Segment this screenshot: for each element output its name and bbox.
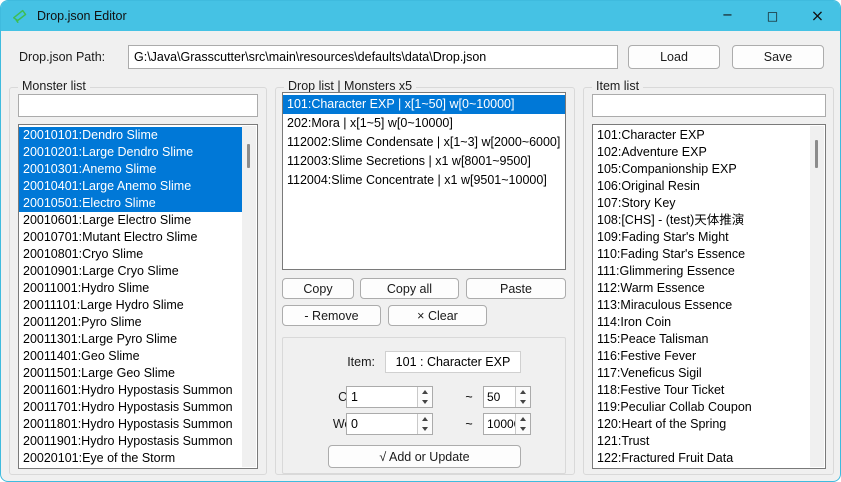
spin-up-icon[interactable] [418, 414, 432, 424]
item-listbox: 101:Character EXP 102:Adventure EXP 105:… [592, 124, 826, 469]
weight-min-spinner [346, 413, 433, 435]
item-list-item[interactable]: 108:[CHS] - (test)天体推演 [593, 212, 811, 229]
save-button[interactable]: Save [732, 45, 824, 69]
count-max-input[interactable] [484, 387, 515, 407]
item-list-item[interactable]: 115:Peace Talisman [593, 331, 811, 348]
item-list-item[interactable]: 110:Fading Star's Essence [593, 246, 811, 263]
item-list-item[interactable]: 105:Companionship EXP [593, 161, 811, 178]
weight-range-tilde: ~ [462, 417, 476, 431]
spin-down-icon[interactable] [516, 424, 530, 434]
maximize-button[interactable]: □ [750, 1, 795, 31]
spin-up-icon[interactable] [418, 387, 432, 397]
scrollbar-thumb[interactable] [247, 144, 250, 168]
count-min-input[interactable] [347, 387, 417, 407]
item-list-item[interactable]: 102:Adventure EXP [593, 144, 811, 161]
item-list-scrollbar[interactable] [810, 126, 824, 467]
monster-list-item[interactable]: 20011001:Hydro Slime [19, 280, 243, 297]
drop-list-item[interactable]: 112003:Slime Secretions | x1 w[8001~9500… [283, 152, 565, 171]
scrollbar-thumb[interactable] [815, 140, 818, 168]
monster-list-item[interactable]: 20010901:Large Cryo Slime [19, 263, 243, 280]
monster-list-item[interactable]: 20010501:Electro Slime [19, 195, 243, 212]
item-list-item[interactable]: 101:Character EXP [593, 127, 811, 144]
monster-list-item[interactable]: 20010301:Anemo Slime [19, 161, 243, 178]
weight-min-input[interactable] [347, 414, 417, 434]
monster-list-item[interactable]: 20011201:Pyro Slime [19, 314, 243, 331]
close-button[interactable]: × [795, 1, 840, 31]
drop-listbox: 101:Character EXP | x[1~50] w[0~10000] 2… [282, 92, 566, 270]
item-list-item[interactable]: 122:Fractured Fruit Data [593, 450, 811, 467]
monster-list-item[interactable]: 20011801:Hydro Hypostasis Summon [19, 416, 243, 433]
app-icon [11, 7, 29, 25]
monster-filter-input[interactable] [18, 94, 258, 117]
monster-list-item[interactable]: 20010201:Large Dendro Slime [19, 144, 243, 161]
item-value-field[interactable] [385, 351, 521, 373]
item-list-item[interactable]: 116:Festive Fever [593, 348, 811, 365]
drop-list-item[interactable]: 112004:Slime Concentrate | x1 w[9501~100… [283, 171, 565, 190]
item-list-item[interactable]: 106:Original Resin [593, 178, 811, 195]
titlebar[interactable]: Drop.json Editor − □ × [1, 1, 840, 31]
monster-list-item[interactable]: 20010601:Large Electro Slime [19, 212, 243, 229]
weight-max-input[interactable] [484, 414, 515, 434]
drop-list-title: Drop list | Monsters x5 [284, 79, 416, 93]
count-max-spinner [483, 386, 531, 408]
item-list-item[interactable]: 119:Peculiar Collab Coupon [593, 399, 811, 416]
monster-list-item[interactable]: 20011601:Hydro Hypostasis Summon [19, 382, 243, 399]
minimize-button[interactable]: − [705, 1, 750, 31]
item-list-item[interactable]: 114:Iron Coin [593, 314, 811, 331]
drop-list-item[interactable]: 202:Mora | x[1~5] w[0~10000] [283, 114, 565, 133]
path-label: Drop.json Path: [19, 50, 105, 64]
spin-down-icon[interactable] [516, 397, 530, 407]
monster-list-item[interactable]: 20011901:Hydro Hypostasis Summon [19, 433, 243, 450]
monster-list-item[interactable]: 20011701:Hydro Hypostasis Summon [19, 399, 243, 416]
monster-list-item[interactable]: 20010801:Cryo Slime [19, 246, 243, 263]
item-list-item[interactable]: 112:Warm Essence [593, 280, 811, 297]
item-filter-input[interactable] [592, 94, 826, 117]
monster-list-item[interactable]: 20010101:Dendro Slime [19, 127, 243, 144]
add-or-update-button[interactable]: √ Add or Update [328, 445, 521, 468]
monster-list-item[interactable]: 20020101:Eye of the Storm [19, 450, 243, 467]
copy-button[interactable]: Copy [282, 278, 354, 299]
weight-max-spinner [483, 413, 531, 435]
monster-list-item[interactable]: 20011501:Large Geo Slime [19, 365, 243, 382]
drop-list-item[interactable]: 112002:Slime Condensate | x[1~3] w[2000~… [283, 133, 565, 152]
monster-list-scrollbar[interactable] [242, 126, 256, 467]
count-min-spinner [346, 386, 433, 408]
monster-list-item[interactable]: 20011301:Large Pyro Slime [19, 331, 243, 348]
remove-button[interactable]: - Remove [282, 305, 381, 326]
path-input[interactable] [128, 45, 618, 69]
load-button[interactable]: Load [628, 45, 720, 69]
window-title: Drop.json Editor [37, 9, 127, 23]
spin-up-icon[interactable] [516, 414, 530, 424]
monster-list-title: Monster list [18, 79, 90, 93]
monster-listbox: 20010101:Dendro Slime 20010201:Large Den… [18, 124, 258, 469]
copy-all-button[interactable]: Copy all [360, 278, 459, 299]
item-list-item[interactable]: 117:Veneficus Sigil [593, 365, 811, 382]
monster-list-item[interactable]: 20011101:Large Hydro Slime [19, 297, 243, 314]
spin-down-icon[interactable] [418, 424, 432, 434]
drop-list-item[interactable]: 101:Character EXP | x[1~50] w[0~10000] [283, 95, 565, 114]
spin-down-icon[interactable] [418, 397, 432, 407]
drop-json-editor-window: Drop.json Editor − □ × Drop.json Path: L… [0, 0, 841, 482]
item-list-item[interactable]: 121:Trust [593, 433, 811, 450]
item-label: Item: [301, 355, 375, 369]
paste-button[interactable]: Paste [466, 278, 566, 299]
item-list-item[interactable]: 107:Story Key [593, 195, 811, 212]
item-list-item[interactable]: 113:Miraculous Essence [593, 297, 811, 314]
monster-list-item[interactable]: 20010401:Large Anemo Slime [19, 178, 243, 195]
clear-button[interactable]: × Clear [388, 305, 487, 326]
item-list-item[interactable]: 111:Glimmering Essence [593, 263, 811, 280]
spin-up-icon[interactable] [516, 387, 530, 397]
item-list-item[interactable]: 118:Festive Tour Ticket [593, 382, 811, 399]
item-list-item[interactable]: 109:Fading Star's Might [593, 229, 811, 246]
count-range-tilde: ~ [462, 390, 476, 404]
monster-list-item[interactable]: 20010701:Mutant Electro Slime [19, 229, 243, 246]
item-list-item[interactable]: 120:Heart of the Spring [593, 416, 811, 433]
monster-list-item[interactable]: 20011401:Geo Slime [19, 348, 243, 365]
item-list-title: Item list [592, 79, 643, 93]
